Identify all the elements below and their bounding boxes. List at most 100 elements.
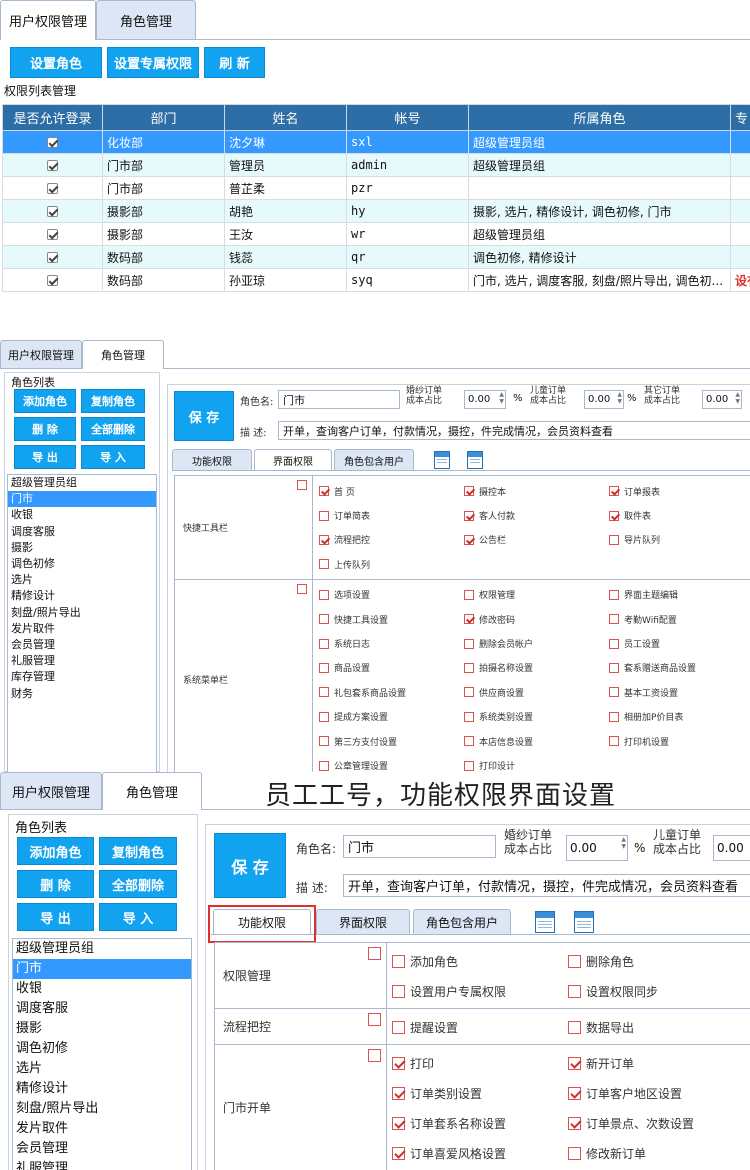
permission-item[interactable]: 员工设置 <box>609 631 660 655</box>
permission-item[interactable]: 公告栏 <box>464 528 506 552</box>
group-select-checkbox[interactable] <box>297 480 307 490</box>
permission-checkbox[interactable] <box>609 687 619 698</box>
refresh-button[interactable]: 刷 新 <box>204 47 265 78</box>
role-list-item[interactable]: 收银 <box>13 979 191 999</box>
permission-item[interactable]: 取件表 <box>609 503 651 527</box>
permission-item[interactable]: 选项设置 <box>319 583 370 607</box>
permission-checkbox[interactable] <box>609 736 619 747</box>
permission-checkbox[interactable] <box>464 711 474 722</box>
permission-checkbox[interactable] <box>464 510 474 521</box>
table-row[interactable]: 摄影部 胡艳 hy 摄影, 选片, 精修设计, 调色初修, 门市 <box>2 199 750 223</box>
col-name[interactable]: 姓名 <box>224 104 347 131</box>
table-row[interactable]: 数码部孙亚琼syq门市, 选片, 调度客服, 刻盘/照片导出, 调色初...设有 <box>2 268 750 292</box>
permission-checkbox[interactable] <box>319 589 329 600</box>
role-name-input[interactable]: 门市 <box>278 390 400 409</box>
permission-item[interactable]: 修改密码 <box>464 607 515 631</box>
permission-item[interactable]: 客人付款 <box>464 503 515 527</box>
permission-item[interactable]: 导片队列 <box>609 528 660 552</box>
permission-checkbox[interactable] <box>464 760 474 771</box>
permission-checkbox[interactable] <box>568 1086 581 1100</box>
permission-item[interactable]: 套系赠送商品设置 <box>609 656 696 680</box>
permission-item[interactable]: 打印机设置 <box>609 729 669 753</box>
permission-item[interactable]: 订单套系名称设置 <box>392 1108 506 1138</box>
permission-item[interactable]: 快捷工具设置 <box>319 607 388 631</box>
subtab-function-permission[interactable]: 功能权限 <box>172 449 252 470</box>
delete-role-button[interactable]: 删 除 <box>17 870 94 898</box>
permission-checkbox[interactable] <box>392 1020 405 1034</box>
col-exclusive[interactable]: 专 <box>730 104 750 131</box>
permission-checkbox[interactable] <box>609 638 619 649</box>
permission-checkbox[interactable] <box>319 687 329 698</box>
permission-checkbox[interactable] <box>609 711 619 722</box>
permission-checkbox[interactable] <box>609 486 619 497</box>
copy-role-button[interactable]: 复制角色 <box>99 837 177 865</box>
permission-item[interactable]: 公章管理设置 <box>319 753 388 772</box>
permission-item[interactable]: 打印设计 <box>464 753 515 772</box>
permission-checkbox[interactable] <box>609 589 619 600</box>
permission-item[interactable]: 本店信息设置 <box>464 729 533 753</box>
permission-item[interactable]: 供应商设置 <box>464 680 524 704</box>
role-list-item[interactable]: 库存管理 <box>8 669 156 685</box>
permission-checkbox[interactable] <box>568 1116 581 1130</box>
role-list-item[interactable]: 超级管理员组 <box>13 939 191 959</box>
subtab-ui-permission[interactable]: 界面权限 <box>316 909 410 934</box>
table-row[interactable]: 化妆部 沈夕琳 sxl 超级管理员组 <box>2 130 750 154</box>
allow-login-checkbox[interactable] <box>47 137 58 148</box>
permission-item[interactable]: 界面主题编辑 <box>609 583 678 607</box>
permission-checkbox[interactable] <box>392 954 405 968</box>
group-select-checkbox[interactable] <box>368 1013 381 1026</box>
permission-item[interactable]: 数据导出 <box>568 1012 634 1042</box>
role-list-item[interactable]: 调度客服 <box>8 524 156 540</box>
role-list-item[interactable]: 精修设计 <box>13 1079 191 1099</box>
tab-role-management[interactable]: 角色管理 <box>96 0 196 39</box>
set-exclusive-permission-button[interactable]: 设置专属权限 <box>107 47 199 78</box>
permission-checkbox[interactable] <box>319 638 329 649</box>
permission-checkbox[interactable] <box>392 1086 405 1100</box>
save-button[interactable]: 保 存 <box>214 833 286 898</box>
subtab-ui-permission[interactable]: 界面权限 <box>254 449 332 470</box>
wedding-ratio-input[interactable]: 0.00 <box>566 835 628 861</box>
permission-item[interactable]: 设置用户专属权限 <box>392 976 506 1006</box>
kids-ratio-input[interactable]: 0.00 <box>713 835 750 861</box>
tab-user-permission[interactable]: 用户权限管理 <box>0 0 96 40</box>
permission-checkbox[interactable] <box>568 1056 581 1070</box>
role-list-item[interactable]: 会员管理 <box>13 1139 191 1159</box>
permission-checkbox[interactable] <box>464 638 474 649</box>
tab-role-management[interactable]: 角色管理 <box>102 772 202 810</box>
permission-checkbox[interactable] <box>568 1020 581 1034</box>
permission-checkbox[interactable] <box>464 534 474 545</box>
permission-checkbox[interactable] <box>319 760 329 771</box>
role-list-item[interactable]: 刻盘/照片导出 <box>8 605 156 621</box>
role-list-item[interactable]: 门市 <box>8 491 156 508</box>
permission-item[interactable]: 修改新订单 <box>568 1138 646 1168</box>
select-all-icon[interactable] <box>535 911 555 933</box>
description-input[interactable]: 开单，查询客户订单，付款情况，摄控，件完成情况，会员资料查看 <box>278 421 750 440</box>
permission-checkbox[interactable] <box>609 510 619 521</box>
permission-item[interactable]: 订单类别设置 <box>392 1078 482 1108</box>
permission-item[interactable]: 摄控本 <box>464 479 506 503</box>
role-list-item[interactable]: 摄影 <box>13 1019 191 1039</box>
permission-item[interactable]: 订单景点、次数设置 <box>568 1108 694 1138</box>
permission-item[interactable]: 订单简表 <box>319 503 370 527</box>
copy-role-button[interactable]: 复制角色 <box>81 389 145 413</box>
permission-item[interactable]: 删除角色 <box>568 946 634 976</box>
group-select-checkbox[interactable] <box>368 947 381 960</box>
permission-checkbox[interactable] <box>392 1146 405 1160</box>
role-list-item[interactable]: 财务 <box>8 686 156 702</box>
description-input[interactable]: 开单，查询客户订单，付款情况，摄控，件完成情况，会员资料查看 <box>343 874 750 897</box>
col-allow-login[interactable]: 是否允许登录 <box>2 104 103 131</box>
export-button[interactable]: 导 出 <box>14 445 76 469</box>
allow-login-checkbox[interactable] <box>47 275 58 286</box>
role-list-item[interactable]: 选片 <box>13 1059 191 1079</box>
role-list-item[interactable]: 礼服管理 <box>8 653 156 669</box>
permission-checkbox[interactable] <box>464 662 474 673</box>
import-button[interactable]: 导 入 <box>99 903 177 931</box>
role-list-item[interactable]: 礼服管理 <box>13 1159 191 1170</box>
import-button[interactable]: 导 入 <box>81 445 145 469</box>
permission-item[interactable]: 商品设置 <box>319 656 370 680</box>
role-list-item[interactable]: 超级管理员组 <box>8 475 156 491</box>
tab-role-management[interactable]: 角色管理 <box>82 340 164 369</box>
save-button[interactable]: 保 存 <box>174 391 234 441</box>
permission-checkbox[interactable] <box>464 486 474 497</box>
permission-item[interactable]: 提成方案设置 <box>319 705 388 729</box>
